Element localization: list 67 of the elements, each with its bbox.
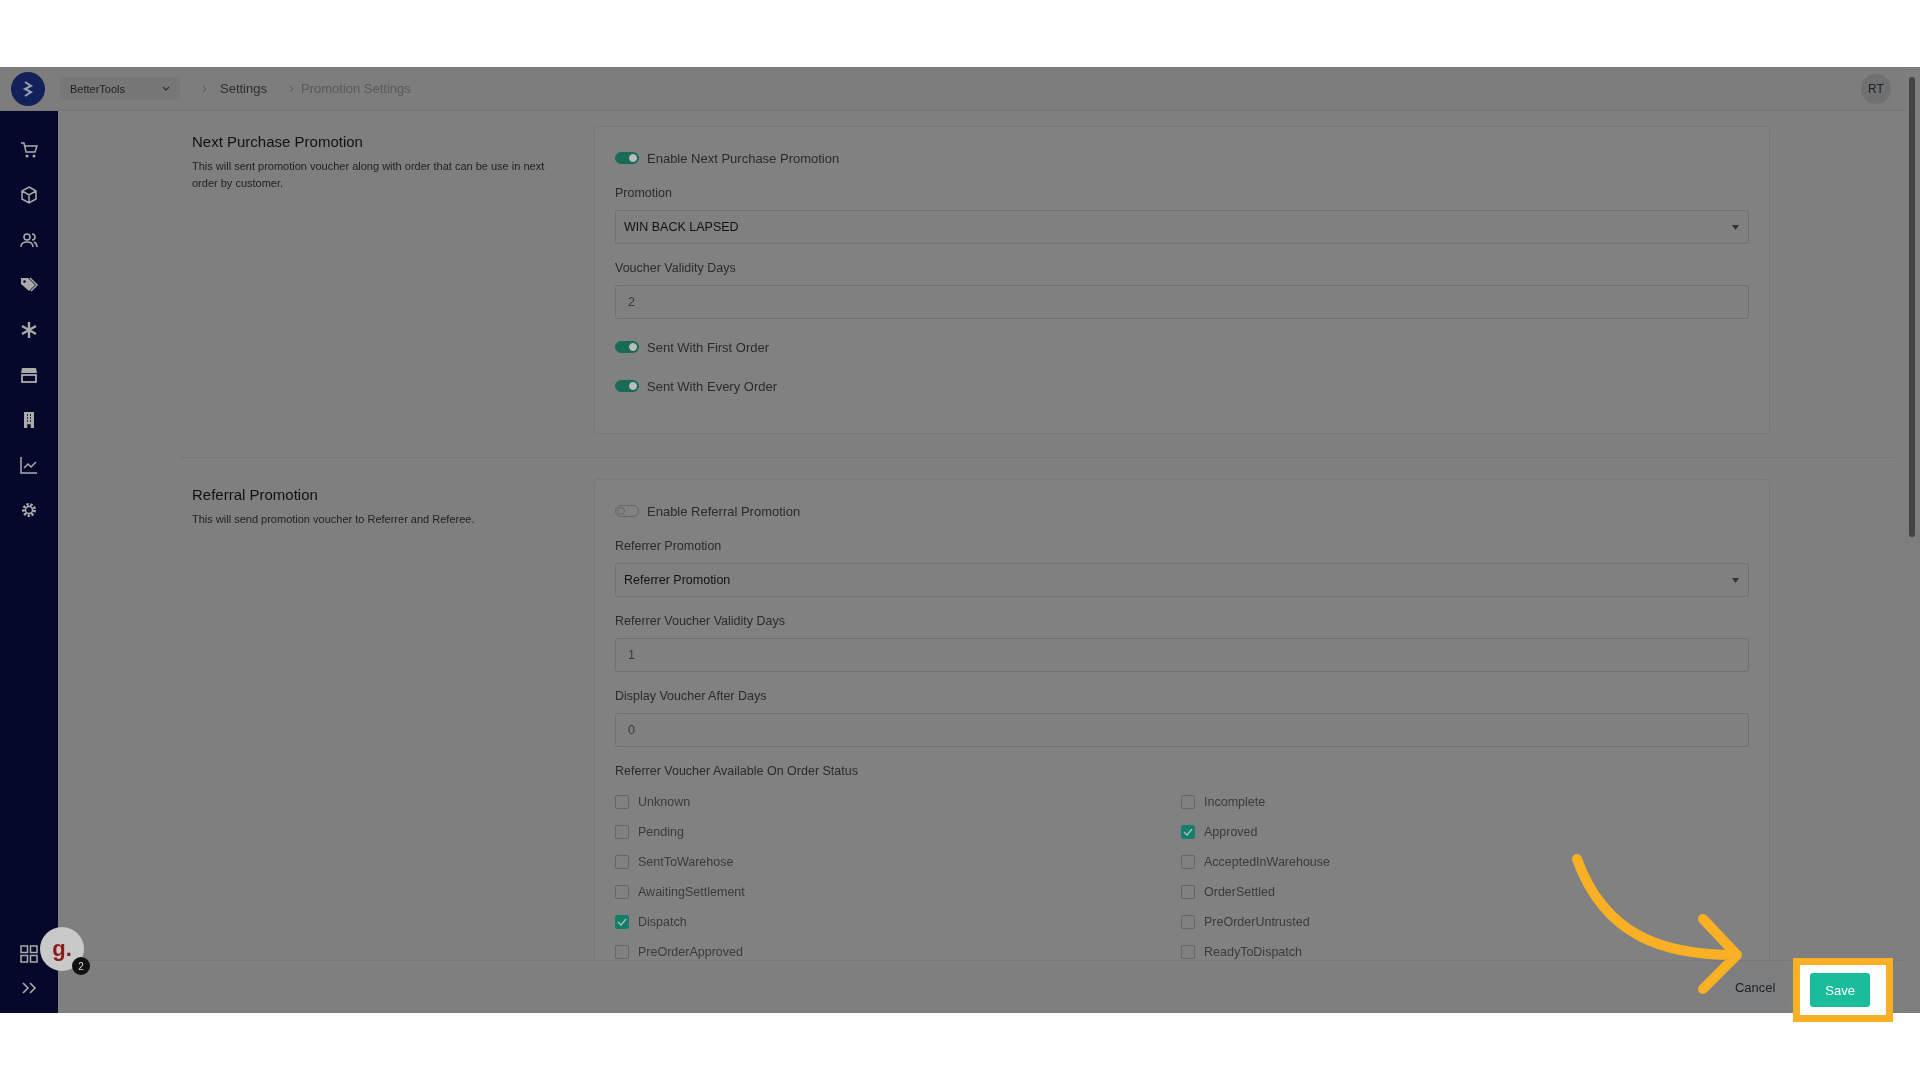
checkbox-label: Dispatch [638,915,687,929]
save-button[interactable]: Save [1810,973,1870,1007]
checkbox[interactable] [615,825,629,839]
caret-icon [1732,577,1739,583]
section-description: This will sent promotion voucher along with order that can be use in next order by customer. [192,159,546,191]
section-title: Next Purchase Promotion [192,133,364,150]
checkbox-label: SentToWarehose [638,855,734,869]
cancel-button[interactable]: Cancel [1720,967,1790,1007]
field-label: Referrer Promotion [615,539,723,553]
field-label: Promotion [615,186,673,200]
field-label: Voucher Validity Days [615,261,737,275]
section-description: This will send promotion voucher to Referrer and Referee. [192,512,476,527]
toggle-label: Sent With First Order [647,339,770,355]
toggle-label: Sent With Every Order [647,378,778,394]
checkbox[interactable] [615,885,629,899]
checkbox[interactable] [1181,885,1195,899]
cart-icon[interactable] [20,141,38,159]
grid-icon[interactable] [20,945,38,963]
checkbox[interactable] [1181,945,1195,959]
field-label: Referrer Voucher Available On Order Status [615,764,859,778]
chevron-right-icon [202,84,208,93]
checkbox[interactable] [1181,825,1195,839]
checkbox-label: OrderSettled [1204,885,1275,899]
section-title: Referral Promotion [192,486,319,503]
checkbox-label: PreOrderUntrusted [1204,915,1310,929]
field-label: Display Voucher After Days [615,689,768,703]
tags-icon[interactable] [20,276,38,294]
chevron-right-icon [289,84,295,93]
checkbox-label: Unknown [638,795,691,809]
promotion-select[interactable]: Referrer Promotion [615,563,1749,597]
caret-icon [1732,224,1739,230]
workspace-dropdown[interactable]: BetterTools [60,77,180,100]
input-field[interactable]: 0 [615,713,1749,747]
field-label: Referrer Voucher Validity Days [615,614,786,628]
toggle-switch[interactable] [615,152,639,164]
toggle-switch[interactable] [615,341,639,353]
checkbox[interactable] [615,915,629,929]
asterisk-icon[interactable] [20,321,38,339]
breadcrumb[interactable]: Settings [220,81,267,96]
toggle-label: Enable Next Purchase Promotion [647,150,840,166]
logo-icon[interactable] [11,71,45,106]
promotion-select[interactable]: WIN BACK LAPSED [615,210,1749,244]
checkbox[interactable] [1181,855,1195,869]
input-field[interactable]: 1 [615,638,1749,672]
users-icon[interactable] [20,231,38,249]
checkbox[interactable] [615,795,629,809]
settings-icon[interactable] [20,501,38,519]
checkbox-label: AcceptedInWarehouse [1204,855,1330,869]
box-icon[interactable] [20,186,38,204]
input-field[interactable]: 2 [615,285,1749,319]
user-avatar[interactable]: RT [1861,73,1891,104]
expand-icon[interactable] [21,981,37,995]
checkbox-label: Approved [1204,825,1258,839]
checkbox-label: ReadyToDispatch [1204,945,1302,959]
checkbox[interactable] [615,855,629,869]
toggle-switch[interactable] [615,380,639,392]
store-icon[interactable] [20,366,38,384]
toggle-label: Enable Referral Promotion [647,503,801,519]
checkbox-label: Incomplete [1204,795,1266,809]
chart-icon[interactable] [20,456,38,474]
checkbox[interactable] [1181,795,1195,809]
chevron-down-icon [162,85,170,92]
checkbox-label: AwaitingSettlement [638,885,745,899]
checkbox[interactable] [1181,915,1195,929]
checkbox-label: Pending [638,825,684,839]
checkbox[interactable] [615,945,629,959]
checkbox-label: PreOrderApproved [638,945,743,959]
